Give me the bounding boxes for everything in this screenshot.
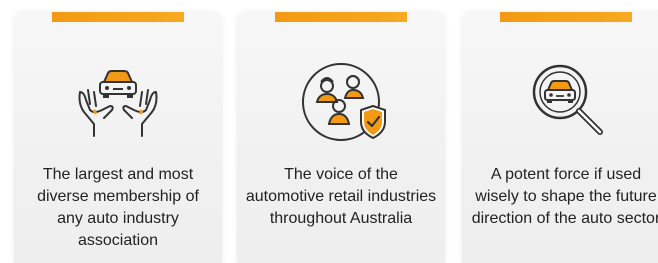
- feature-card-force: A potent force if used wisely to shape t…: [462, 12, 658, 263]
- card-accent-bar: [500, 12, 632, 22]
- hands-holding-car-icon: [68, 52, 168, 152]
- feature-card-membership: The largest and most diverse membership …: [14, 12, 222, 263]
- feature-card-voice: The voice of the automotive retail indus…: [237, 12, 445, 263]
- card-accent-bar: [52, 12, 184, 22]
- card-description: The voice of the automotive retail indus…: [245, 166, 437, 227]
- car-magnifier-icon: [516, 52, 616, 152]
- card-description: The largest and most diverse membership …: [37, 166, 199, 249]
- card-accent-bar: [275, 12, 407, 22]
- card-description: A potent force if used wisely to shape t…: [471, 166, 658, 227]
- people-shield-icon: [291, 52, 391, 152]
